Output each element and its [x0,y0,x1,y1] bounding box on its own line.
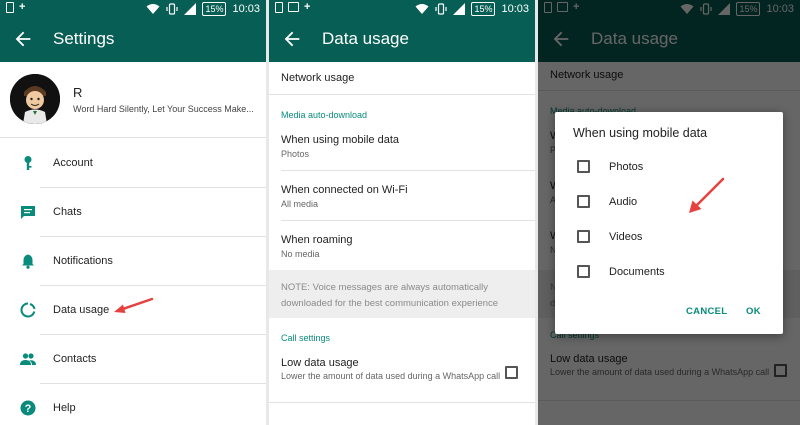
profile-name: R [73,85,83,100]
settings-item-label: Help [53,402,76,414]
wifi-title: When connected on Wi-Fi [281,184,408,196]
option-label: Photos [609,161,644,173]
roaming-value: No media [281,249,320,259]
clock: 10:03 [501,3,529,15]
settings-item-label: Chats [53,206,82,218]
battery-indicator: 15% [471,2,496,16]
settings-item-label: Account [53,157,93,169]
plus-icon: + [19,1,26,13]
settings-item-notifications[interactable]: Notifications [0,237,266,286]
settings-item-contacts[interactable]: Contacts [0,335,266,384]
wifi-icon [146,4,160,14]
audio-checkbox[interactable] [577,195,590,208]
option-photos[interactable]: Photos [555,152,783,182]
signal-icon [453,3,466,15]
vibrate-icon [435,3,448,15]
mobile-data-title: When using mobile data [281,134,400,146]
wifi-item[interactable]: When connected on Wi-Fi All media [269,171,535,220]
key-icon [24,156,32,170]
chat-icon [21,206,35,219]
voice-message-note: NOTE: Voice messages are always automati… [269,270,535,318]
dialog-title: When using mobile data [573,126,708,140]
profile-card[interactable]: R Word Hard Silently, Let Your Success M… [0,62,266,138]
bell-icon [22,254,34,269]
mobile-data-item[interactable]: When using mobile data Photos [269,124,535,170]
option-label: Videos [609,231,643,243]
back-arrow-icon[interactable] [12,28,34,50]
wifi-value: All media [281,199,319,209]
data-usage-screen: + 15% 10:03 Data usage Network usage Med… [269,0,535,425]
sd-card-icon [275,2,283,13]
ok-button[interactable]: OK [746,306,761,317]
contacts-icon [20,353,36,365]
plus-icon: + [304,1,311,13]
help-icon: ? [20,400,36,416]
signal-icon [184,3,197,15]
profile-status: Word Hard Silently, Let Your Success Mak… [73,104,254,114]
settings-item-label: Contacts [53,353,97,365]
data-usage-icon [20,302,36,318]
call-settings-header: Call settings [281,333,331,343]
roaming-title: When roaming [281,234,353,246]
data-usage-dialog-screen: + 15% 10:03 Data usage Network usage Med… [538,0,800,425]
clock: 10:03 [232,3,260,15]
settings-item-data-usage[interactable]: Data usage [0,286,266,335]
app-bar: Settings [0,18,266,62]
avatar[interactable] [10,74,60,124]
settings-item-label: Notifications [53,255,113,267]
mobile-data-value: Photos [281,149,310,159]
option-label: Audio [609,196,638,208]
battery-indicator: 15% [202,2,227,16]
option-videos[interactable]: Videos [555,222,783,252]
settings-item-help[interactable]: ? Help [0,384,266,425]
status-bar: + 15% 10:03 [269,0,535,18]
vibrate-icon [166,3,179,15]
low-data-checkbox[interactable] [505,366,518,379]
videos-checkbox[interactable] [577,230,590,243]
low-data-usage-item[interactable]: Low data usage Lower the amount of data … [269,348,535,402]
mobile-data-dialog: When using mobile data Photos Audio Vide… [555,112,783,334]
option-label: Documents [609,266,665,278]
image-icon [288,2,299,12]
option-audio[interactable]: Audio [555,187,783,217]
app-bar: Data usage [269,18,535,62]
wifi-icon [415,4,429,14]
page-title: Data usage [322,29,409,48]
cancel-button[interactable]: CANCEL [686,306,727,317]
status-bar: + 15% 10:03 [0,0,266,18]
network-usage-label: Network usage [281,72,355,84]
back-arrow-icon[interactable] [281,28,303,50]
cartoon-avatar-icon [10,74,60,124]
low-data-subtitle: Lower the amount of data used during a W… [281,371,501,381]
settings-item-label: Data usage [53,304,110,316]
option-documents[interactable]: Documents [555,257,783,287]
network-usage-item[interactable]: Network usage [269,62,535,94]
photos-checkbox[interactable] [577,160,590,173]
documents-checkbox[interactable] [577,265,590,278]
low-data-title: Low data usage [281,357,359,369]
media-auto-download-header: Media auto-download [281,110,368,120]
settings-item-chats[interactable]: Chats [0,188,266,237]
svg-text:?: ? [25,403,32,415]
settings-item-account[interactable]: Account [0,139,266,188]
settings-screen: + 15% 10:03 Settings R Word Hard Silentl… [0,0,266,425]
roaming-item[interactable]: When roaming No media [269,221,535,270]
sd-card-icon [6,2,14,13]
page-title: Settings [53,29,115,48]
